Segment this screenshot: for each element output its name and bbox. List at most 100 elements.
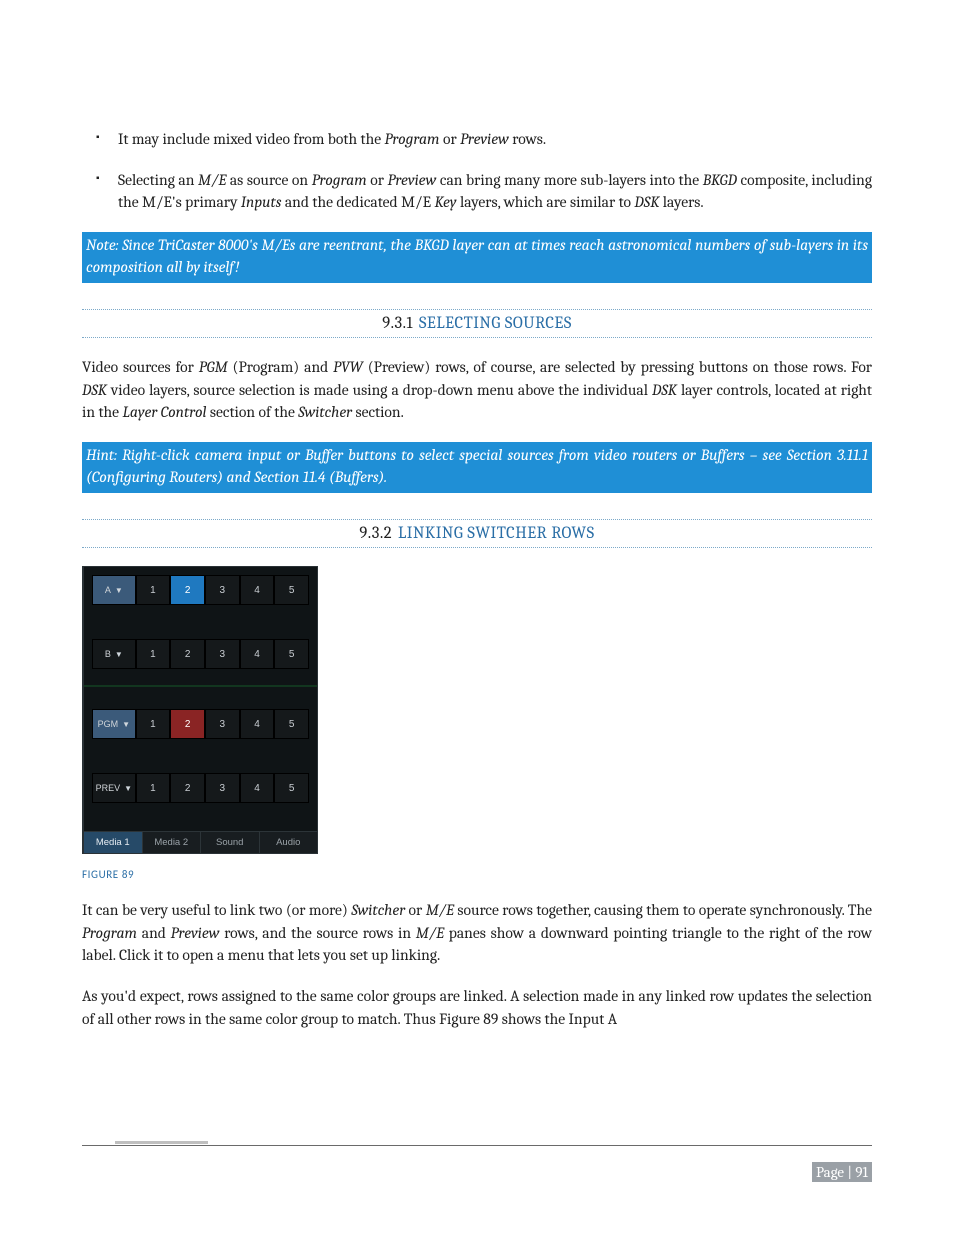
text: layers, which are similar to (457, 193, 635, 211)
text: It can be very useful to link two (or mo… (82, 901, 351, 919)
text-italic: M/E (426, 901, 454, 919)
footer-accent (115, 1141, 208, 1144)
switcher-row: PREV▼12345 (92, 773, 309, 803)
section-title: LINKING SWITCHER ROWS (398, 524, 595, 543)
switcher-figure: A▼12345B▼12345 PGM▼12345PREV▼12345 Media… (82, 566, 318, 854)
text: rows, and the source rows in (219, 924, 415, 942)
text: (Preview) rows, of course, are selected … (363, 358, 872, 376)
row-label-text: A (105, 585, 111, 595)
paragraph: It can be very useful to link two (or mo… (82, 899, 872, 967)
switcher-tab[interactable]: Sound (201, 832, 260, 853)
switcher-tabs: Media 1Media 2SoundAudio (84, 831, 317, 853)
switcher-tab[interactable]: Media 1 (84, 832, 143, 853)
source-button[interactable]: 5 (274, 639, 309, 669)
text: or (405, 901, 426, 919)
text-italic: M/E (198, 171, 226, 189)
paragraph: As you'd expect, rows assigned to the sa… (82, 985, 872, 1030)
section-number: 9.3.1 (382, 314, 413, 333)
text: video layers, source selection is made u… (107, 381, 652, 399)
text: layers. (659, 193, 703, 211)
text-italic: Switcher (351, 901, 405, 919)
source-button[interactable]: 2 (170, 575, 205, 605)
section-title: SELECTING SOURCES (419, 314, 572, 333)
text-italic: DSK (652, 381, 677, 399)
source-button[interactable]: 3 (205, 709, 240, 739)
switcher-tab[interactable]: Media 2 (143, 832, 202, 853)
text-italic: Program (82, 924, 137, 942)
text: can bring many more sub-layers into the (436, 171, 702, 189)
row-label-text: PGM (98, 719, 119, 729)
source-button[interactable]: 5 (274, 575, 309, 605)
text-italic: Layer Control (122, 403, 206, 421)
footer-rule (82, 1145, 872, 1146)
chevron-down-icon: ▼ (115, 650, 123, 659)
source-button[interactable]: 1 (136, 575, 171, 605)
text-italic: Key (434, 193, 456, 211)
page-number: Page | 91 (812, 1162, 872, 1182)
source-button[interactable]: 5 (274, 709, 309, 739)
switcher-row: PGM▼12345 (92, 709, 309, 739)
text-italic: Preview (460, 130, 509, 148)
text-italic: PGM (199, 358, 228, 376)
source-button[interactable]: 1 (136, 639, 171, 669)
row-label-dropdown[interactable]: PGM▼ (92, 709, 136, 739)
text: (Program) and (228, 358, 334, 376)
source-button[interactable]: 1 (136, 773, 171, 803)
source-button[interactable]: 3 (205, 639, 240, 669)
bullet-item-1: It may include mixed video from both the… (118, 128, 872, 151)
text: Selecting an (118, 171, 198, 189)
figure-caption: FIGURE 89 (82, 868, 872, 881)
source-button[interactable]: 3 (205, 773, 240, 803)
source-button[interactable]: 2 (170, 773, 205, 803)
text-italic: DSK (82, 381, 107, 399)
section-heading-931: 9.3.1 SELECTING SOURCES (82, 309, 872, 338)
source-button[interactable]: 1 (136, 709, 171, 739)
chevron-down-icon: ▼ (115, 586, 123, 595)
source-button[interactable]: 2 (170, 709, 205, 739)
source-button[interactable]: 4 (240, 773, 275, 803)
text-italic: Preview (388, 171, 437, 189)
section-heading-932: 9.3.2 LINKING SWITCHER ROWS (82, 519, 872, 548)
section-number: 9.3.2 (359, 524, 392, 543)
switcher-tab[interactable]: Audio (260, 832, 318, 853)
text: or (367, 171, 388, 189)
text: section. (352, 403, 404, 421)
hint-callout: Hint: Right-click camera input or Buffer… (82, 442, 872, 493)
text: section of the (206, 403, 298, 421)
text: Video sources for (82, 358, 199, 376)
source-button[interactable]: 4 (240, 639, 275, 669)
source-button[interactable]: 4 (240, 709, 275, 739)
switcher-row: B▼12345 (92, 639, 309, 669)
chevron-down-icon: ▼ (124, 784, 132, 793)
paragraph: Video sources for PGM (Program) and PVW … (82, 356, 872, 424)
switcher-row: A▼12345 (92, 575, 309, 605)
source-button[interactable]: 3 (205, 575, 240, 605)
text: or (440, 130, 461, 148)
text-italic: M/E (416, 924, 444, 942)
text-italic: DSK (634, 193, 659, 211)
row-label-text: B (105, 649, 111, 659)
text-italic: Preview (171, 924, 220, 942)
text: and (137, 924, 171, 942)
source-button[interactable]: 2 (170, 639, 205, 669)
text: rows. (509, 130, 546, 148)
text-italic: Program (385, 130, 440, 148)
text-italic: BKGD (703, 171, 737, 189)
source-button[interactable]: 5 (274, 773, 309, 803)
text: as source on (226, 171, 311, 189)
bullet-list: It may include mixed video from both the… (82, 128, 872, 214)
row-label-dropdown[interactable]: B▼ (92, 639, 136, 669)
page-content: It may include mixed video from both the… (82, 128, 872, 1030)
text-italic: Program (312, 171, 367, 189)
chevron-down-icon: ▼ (122, 720, 130, 729)
source-button[interactable]: 4 (240, 575, 275, 605)
text: source rows together, causing them to op… (454, 901, 872, 919)
note-callout: Note: Since TriCaster 8000's M/Es are re… (82, 232, 872, 283)
text: and the dedicated M/E (281, 193, 434, 211)
text-italic: Inputs (241, 193, 282, 211)
row-label-text: PREV (96, 783, 121, 793)
text-italic: PVW (333, 358, 363, 376)
bullet-item-2: Selecting an M/E as source on Program or… (118, 169, 872, 214)
row-label-dropdown[interactable]: PREV▼ (92, 773, 136, 803)
row-label-dropdown[interactable]: A▼ (92, 575, 136, 605)
